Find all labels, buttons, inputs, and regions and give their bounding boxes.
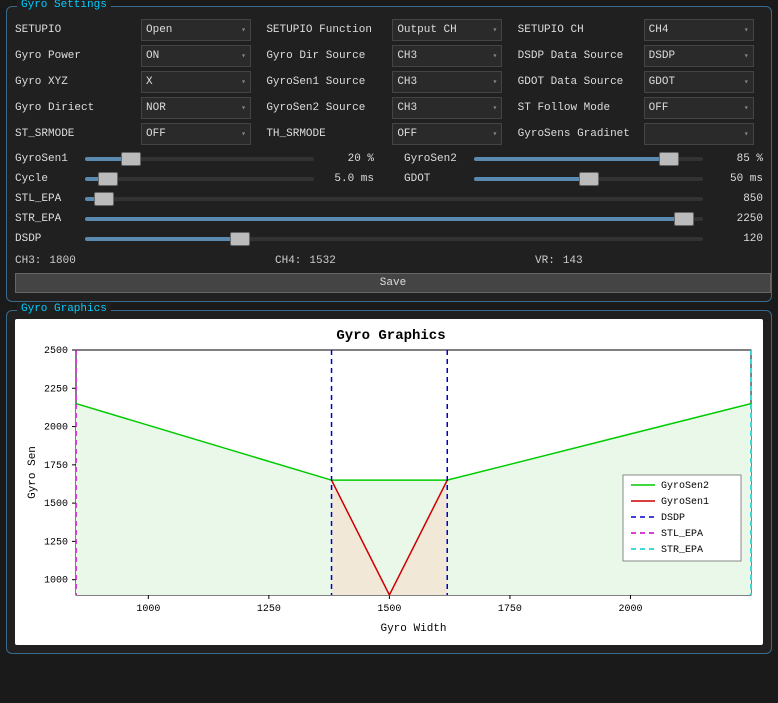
str_epa-slider[interactable] <box>85 217 703 221</box>
dropdown-st-srmode[interactable]: OFF▾ <box>141 123 251 145</box>
chevron-down-icon: ▾ <box>493 25 498 35</box>
chevron-down-icon: ▾ <box>744 103 749 113</box>
svg-text:1000: 1000 <box>136 604 160 615</box>
chart-area: Gyro Graphics 1000 1250 1500 1750 2000 2250 250… <box>15 319 763 645</box>
svg-text:1750: 1750 <box>44 461 68 472</box>
chevron-down-icon: ▾ <box>744 25 749 35</box>
svg-text:1000: 1000 <box>44 576 68 587</box>
dropdown-gyrosen2-source[interactable]: CH3▾ <box>392 97 502 119</box>
gdot-value: 50 ms <box>713 173 763 185</box>
svg-text:Gyro Sen: Gyro Sen <box>27 446 39 499</box>
dropdown-gdot-data-source[interactable]: GDOT▾ <box>644 71 754 93</box>
svg-text:STL_EPA: STL_EPA <box>661 529 703 540</box>
svg-text:GyroSen2: GyroSen2 <box>661 481 709 492</box>
vr-label: VR: <box>535 255 555 267</box>
dropdown-gyro-xyz[interactable]: X▾ <box>141 71 251 93</box>
chevron-down-icon: ▾ <box>744 51 749 61</box>
vr-value: 143 <box>563 255 583 267</box>
svg-text:2250: 2250 <box>44 384 68 395</box>
chevron-down-icon: ▾ <box>241 51 246 61</box>
gdot-label: GDOT <box>404 173 464 185</box>
str_epa-value: 2250 <box>713 213 763 225</box>
field-label: Gyro Power <box>15 50 135 62</box>
svg-text:1500: 1500 <box>44 499 68 510</box>
stl_epa-label: STL_EPA <box>15 193 75 205</box>
gyrosen1-value: 20 % <box>324 153 374 165</box>
dropdown-th-srmode[interactable]: OFF▾ <box>392 123 502 145</box>
chevron-down-icon: ▾ <box>493 103 498 113</box>
svg-text:DSDP: DSDP <box>661 513 685 524</box>
svg-text:2000: 2000 <box>44 423 68 434</box>
svg-text:2500: 2500 <box>44 346 68 357</box>
svg-text:Gyro Graphics: Gyro Graphics <box>336 328 445 344</box>
field-label: GDOT Data Source <box>518 76 638 88</box>
gyrosen1-slider[interactable] <box>85 157 314 161</box>
chevron-down-icon: ▾ <box>744 77 749 87</box>
dropdown-dsdp-data-source[interactable]: DSDP▾ <box>644 45 754 67</box>
settings-title: Gyro Settings <box>17 0 111 11</box>
field-label: Gyro Diriect <box>15 102 135 114</box>
chevron-down-icon: ▾ <box>241 129 246 139</box>
field-label: SETUPIO Function <box>266 24 386 36</box>
chevron-down-icon: ▾ <box>493 51 498 61</box>
cycle-label: Cycle <box>15 173 75 185</box>
ch4-value: 1532 <box>309 255 335 267</box>
ch3-label: CH3: <box>15 255 41 267</box>
field-label: DSDP Data Source <box>518 50 638 62</box>
ch4-label: CH4: <box>275 255 301 267</box>
save-button[interactable]: Save <box>15 273 771 293</box>
dropdown-setupio[interactable]: Open▾ <box>141 19 251 41</box>
field-label: GyroSen1 Source <box>266 76 386 88</box>
field-label: TH_SRMODE <box>266 128 386 140</box>
field-label: Gyro XYZ <box>15 76 135 88</box>
dropdown-gyro-dir-source[interactable]: CH3▾ <box>392 45 502 67</box>
str_epa-label: STR_EPA <box>15 213 75 225</box>
svg-text:1250: 1250 <box>257 604 281 615</box>
gyrosen1-label: GyroSen1 <box>15 153 75 165</box>
dropdown-gyro-power[interactable]: ON▾ <box>141 45 251 67</box>
field-label: Gyro Dir Source <box>266 50 386 62</box>
chevron-down-icon: ▾ <box>744 129 749 139</box>
chevron-down-icon: ▾ <box>241 103 246 113</box>
chevron-down-icon: ▾ <box>241 77 246 87</box>
svg-text:STR_EPA: STR_EPA <box>661 545 703 556</box>
svg-text:2000: 2000 <box>618 604 642 615</box>
gdot-slider[interactable] <box>474 177 703 181</box>
field-label: GyroSen2 Source <box>266 102 386 114</box>
cycle-value: 5.0 ms <box>324 173 374 185</box>
chevron-down-icon: ▾ <box>493 77 498 87</box>
chevron-down-icon: ▾ <box>493 129 498 139</box>
gyro-graphics-panel: Gyro Graphics Gyro Graphics 1000 1250 1500 1… <box>6 310 772 654</box>
svg-text:GyroSen1: GyroSen1 <box>661 497 709 508</box>
svg-text:1750: 1750 <box>498 604 522 615</box>
dropdown-st-follow-mode[interactable]: OFF▾ <box>644 97 754 119</box>
graphics-title: Gyro Graphics <box>17 303 111 315</box>
svg-text:1250: 1250 <box>44 537 68 548</box>
ch3-value: 1800 <box>49 255 75 267</box>
stl_epa-value: 850 <box>713 193 763 205</box>
field-label: GyroSens Gradinet <box>518 128 638 140</box>
dsdp-label: DSDP <box>15 233 75 245</box>
chevron-down-icon: ▾ <box>241 25 246 35</box>
dropdown-gyrosens-gradinet: ▾ <box>644 123 754 145</box>
dropdown-gyro-diriect[interactable]: NOR▾ <box>141 97 251 119</box>
field-label: SETUPIO <box>15 24 135 36</box>
field-label: ST_SRMODE <box>15 128 135 140</box>
field-label: ST Follow Mode <box>518 102 638 114</box>
gyro-chart: Gyro Graphics 1000 1250 1500 1750 2000 2250 250… <box>21 325 761 635</box>
field-label: SETUPIO CH <box>518 24 638 36</box>
svg-text:1500: 1500 <box>377 604 401 615</box>
cycle-slider[interactable] <box>85 177 314 181</box>
gyrosen2-value: 85 % <box>713 153 763 165</box>
dropdown-gyrosen1-source[interactable]: CH3▾ <box>392 71 502 93</box>
stl_epa-slider[interactable] <box>85 197 703 201</box>
dsdp-value: 120 <box>713 233 763 245</box>
gyrosen2-label: GyroSen2 <box>404 153 464 165</box>
dropdown-setupio-function[interactable]: Output CH▾ <box>392 19 502 41</box>
dropdown-setupio-ch[interactable]: CH4▾ <box>644 19 754 41</box>
gyro-settings-panel: Gyro Settings SETUPIOOpen▾SETUPIO Functi… <box>6 6 772 302</box>
svg-text:Gyro Width: Gyro Width <box>380 623 446 635</box>
dsdp-slider[interactable] <box>85 237 703 241</box>
gyrosen2-slider[interactable] <box>474 157 703 161</box>
